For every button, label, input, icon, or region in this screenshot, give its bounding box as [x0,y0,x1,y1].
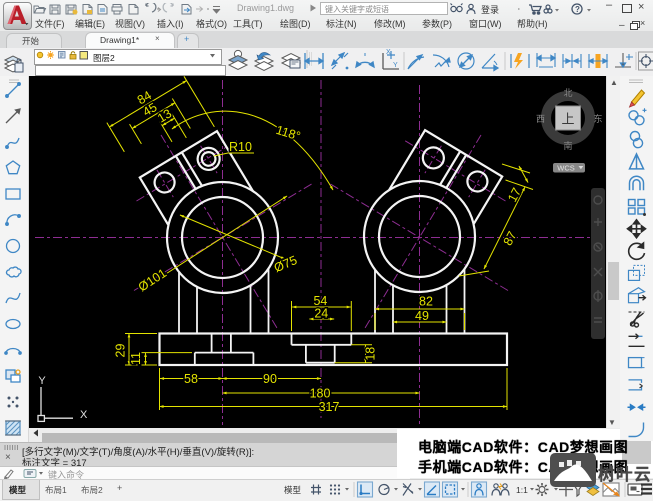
svg-text:X: X [80,409,88,421]
svg-text:17: 17 [505,186,524,205]
svg-text:13: 13 [155,106,174,125]
svg-text:180: 180 [310,387,331,401]
svg-text:上: 上 [561,112,574,127]
svg-text:WCS: WCS [557,164,575,173]
svg-text:1:1: 1:1 [516,485,528,495]
svg-text:Ø101: Ø101 [136,266,169,294]
svg-text:东: 东 [593,113,602,124]
svg-text:Y: Y [393,62,398,69]
svg-text:82: 82 [419,295,433,309]
svg-text:南: 南 [563,140,572,151]
svg-text:317: 317 [319,400,340,414]
svg-text:58: 58 [184,372,198,386]
svg-text:?: ? [575,5,580,14]
svg-text:29: 29 [114,344,128,358]
svg-text:北: 北 [563,88,572,98]
svg-text:87: 87 [501,229,520,248]
svg-text:24: 24 [314,307,328,321]
svg-text:西: 西 [536,114,545,124]
svg-text:18: 18 [364,347,378,361]
svg-text:Y: Y [38,375,46,387]
svg-text:X: X [386,49,391,56]
svg-text:Ø75: Ø75 [272,253,299,275]
svg-text:118°: 118° [274,123,302,144]
svg-text:R10: R10 [229,140,252,154]
svg-text:11: 11 [129,352,143,365]
svg-text:49: 49 [415,309,429,323]
svg-text:90: 90 [263,372,277,386]
